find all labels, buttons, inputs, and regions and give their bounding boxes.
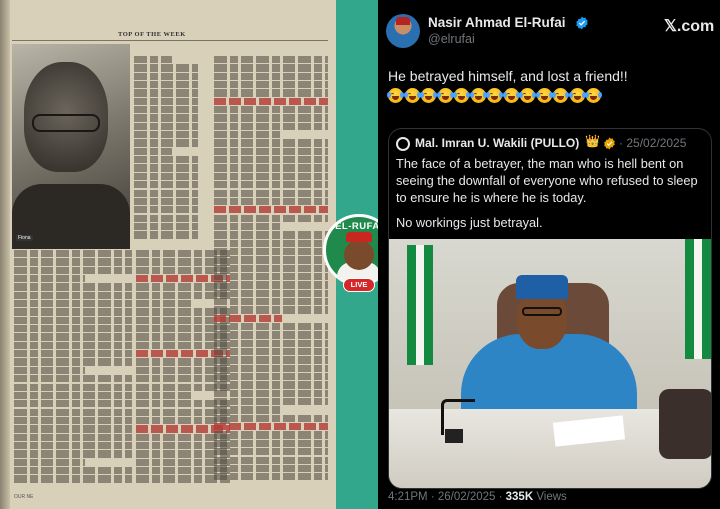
quoted-date: · 25/02/2025 [619,136,686,150]
article-column-left [14,250,132,490]
tears-of-joy-emoji [387,88,404,103]
date-separator: · [619,136,623,150]
page-binding-shadow [0,0,10,509]
quoted-author-avatar[interactable] [396,137,410,151]
badge-portrait-cap [346,232,372,242]
crown-icon: 👑 [585,134,600,148]
quoted-tweet[interactable]: Mal. Imran U. Wakili (PULLO) 👑 · 25/02/2… [388,128,712,489]
tears-of-joy-emoji [436,88,454,103]
tears-of-joy-emoji [486,88,503,103]
article-column-top-middle [134,56,198,244]
tears-of-joy-emoji [552,88,569,103]
author-display-name[interactable]: Nasir Ahmad El-Rufai [428,15,566,30]
nigeria-flag-right [685,239,711,359]
author-avatar[interactable] [386,14,420,48]
magazine-footer: OUR NE [14,494,34,500]
quoted-author-name[interactable]: Mal. Imran U. Wakili (PULLO) [415,136,579,150]
tears-of-joy-emoji [420,88,437,103]
foreground-object [659,389,711,459]
verified-badge-icon [604,137,615,150]
verified-badge-icon [576,16,588,30]
quoted-tweet-text-second: No workings just betrayal. [396,215,543,230]
tears-of-joy-emoji [403,88,421,103]
magazine-page-image: TOP OF THE WEEK Fiona OUR NE [0,0,336,509]
tears-of-joy-emoji [535,88,553,103]
tears-of-joy-emoji [453,88,470,103]
tweet-meta: 4:21PM · 26/02/2025 · 335K Views [388,491,567,503]
tweet-text: He betrayed himself, and lost a friend!! [388,68,628,84]
quoted-tweet-photo[interactable] [389,239,711,488]
tears-of-joy-emoji [568,88,586,103]
desk-nameplate [445,429,463,443]
views-count: 335K [505,491,534,503]
quoted-date-value: 25/02/2025 [626,136,687,150]
seated-man-cap [516,275,568,299]
magazine-section-header: TOP OF THE WEEK [118,31,186,38]
article-column-right [214,56,328,490]
nigeria-flag-left [407,245,433,365]
author-handle[interactable]: @elrufai [428,32,475,46]
tears-of-joy-emoji-row [387,88,602,103]
tears-of-joy-emoji [469,88,487,103]
tears-of-joy-emoji [502,88,520,103]
x-logo: 𝕏.com [664,18,715,35]
views-label: Views [536,491,567,503]
tears-of-joy-emoji [585,88,602,103]
seated-man-glasses [522,307,562,316]
quoted-tweet-text: The face of a betrayer, the man who is h… [396,156,698,205]
photo-caption: Fiona [16,235,33,241]
magazine-portrait-photo [12,44,130,249]
tweet-timestamp[interactable]: 4:21PM · 26/02/2025 · [388,491,502,503]
header-rule [12,40,328,41]
tears-of-joy-emoji [519,88,536,103]
tweet-card: Nasir Ahmad El-Rufai @elrufai 𝕏.com He b… [378,0,720,509]
live-label: LIVE [343,278,375,292]
